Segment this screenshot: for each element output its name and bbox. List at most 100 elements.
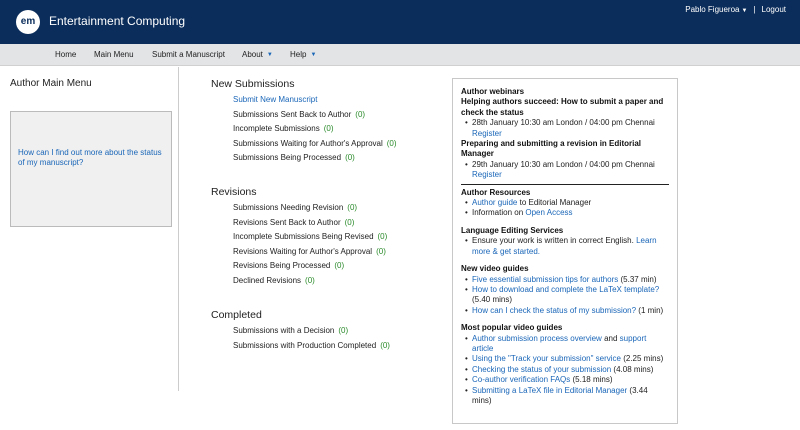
list-item: Author submission process overview and s… (465, 333, 669, 355)
author-guide-link[interactable]: Author guide (472, 198, 517, 207)
menu-item[interactable]: Submissions Being Processed (0) (233, 153, 397, 168)
item-count: (0) (376, 246, 386, 256)
item-count: (0) (345, 153, 355, 162)
duration: (5.37 min) (618, 274, 657, 284)
menu-item[interactable]: Revisions Being Processed (0) (233, 261, 387, 276)
webinar1-date: 28th January 10:30 am London / 04:00 pm … (465, 118, 669, 129)
revisions-list: Submissions Needing Revision (0) Revision… (233, 203, 387, 290)
list-item: Ensure your work is written in correct E… (465, 236, 669, 257)
item-count: (0) (380, 340, 390, 350)
menu-item[interactable]: Revisions Waiting for Author's Approval(… (233, 247, 387, 262)
item-count: (0) (344, 217, 355, 227)
menu-item-label: Revisions Sent Back to Author (233, 217, 341, 227)
item-count: (0) (305, 275, 315, 285)
item-count: (0) (347, 203, 358, 212)
menu-item[interactable]: Submissions Sent Back to Author (0) (233, 110, 397, 125)
language-editing-heading: Language Editing Services (461, 225, 564, 235)
video-guide-link[interactable]: Co-author verification FAQs (472, 375, 570, 384)
webinar2-register-link[interactable]: Register (472, 170, 502, 179)
item-count: (0) (334, 261, 345, 270)
logout-link[interactable]: Logout (762, 5, 786, 14)
menu-item[interactable]: Incomplete Submissions (0) (233, 124, 397, 139)
video-guide-link[interactable]: Five essential submission tips for autho… (472, 275, 618, 284)
webinar1-register-link[interactable]: Register (472, 129, 502, 138)
video-guide-link[interactable]: How can I check the status of my submiss… (472, 306, 636, 315)
open-access-link[interactable]: Open Access (525, 208, 572, 217)
journal-title[interactable]: Entertainment Computing (49, 14, 185, 28)
item-count: (0) (338, 326, 349, 335)
em-logo[interactable]: em (16, 10, 40, 34)
webinar2-details: 29th January 10:30 am London / 04:00 pm … (461, 160, 669, 171)
list-item: Submitting a LaTeX file in Editorial Man… (465, 386, 669, 407)
user-name: Pablo Figueroa (685, 5, 740, 14)
author-main-menu-heading: Author Main Menu (10, 78, 92, 89)
new-submissions-heading: New Submissions (211, 78, 295, 90)
list-item: Author guide to Editorial Manager (465, 198, 669, 209)
menu-item-label: Declined Revisions (233, 275, 302, 285)
nav-home[interactable]: Home (55, 50, 76, 59)
video-guide-link[interactable]: Using the "Track your submission" servic… (472, 354, 621, 363)
menu-item[interactable]: Submissions with a Decision (0) (233, 326, 390, 341)
menu-item[interactable]: Submissions with Production Completed (0) (233, 341, 390, 356)
duration: (2.25 mins) (621, 354, 664, 364)
webinar1-title: Helping authors succeed: How to submit a… (461, 97, 664, 117)
list-item: How can I check the status of my submiss… (465, 305, 669, 317)
list-item-text: to Editorial Manager (517, 198, 592, 208)
list-item: Co-author verification FAQs (5.18 mins) (465, 375, 669, 386)
list-item: Five essential submission tips for autho… (465, 274, 669, 286)
item-count: (0) (377, 232, 388, 241)
menu-item[interactable]: Submissions Waiting for Author's Approva… (233, 139, 397, 154)
top-header: em Entertainment Computing Pablo Figuero… (0, 0, 800, 44)
menu-item[interactable]: Revisions Sent Back to Author (0) (233, 218, 387, 233)
webinar1-details: 28th January 10:30 am London / 04:00 pm … (461, 118, 669, 129)
menu-item[interactable]: Submissions Needing Revision (0) (233, 203, 387, 218)
video-guide-link[interactable]: Checking the status of your submission (472, 365, 611, 374)
chevron-down-icon: ▼ (266, 51, 273, 58)
video-guide-link[interactable]: Author submission process overview (472, 334, 602, 343)
status-help-link[interactable]: How can I find out more about the status… (18, 148, 170, 168)
nav-about[interactable]: About ▼ (242, 50, 273, 59)
divider (461, 183, 669, 185)
popular-video-guides-heading: Most popular video guides (461, 323, 563, 333)
completed-heading: Completed (211, 309, 262, 321)
list-item: Using the "Track your submission" servic… (465, 354, 669, 365)
nav-help[interactable]: Help ▼ (290, 50, 316, 59)
new-video-guides-list: Five essential submission tips for autho… (461, 275, 669, 317)
duration: (5.40 mins) (472, 295, 513, 305)
menu-item-label: Submissions with a Decision (233, 326, 335, 335)
video-guide-link[interactable]: How to download and complete the LaTeX t… (472, 285, 659, 294)
new-submissions-list: Submit New Manuscript Submissions Sent B… (233, 95, 397, 168)
menu-item-label: Revisions Being Processed (233, 261, 331, 270)
popular-video-guides-list: Author submission process overview and s… (461, 334, 669, 407)
user-area: Pablo Figueroa ▼ | Logout (685, 5, 786, 14)
list-item-text: Information on (472, 208, 526, 218)
submit-new-manuscript-link[interactable]: Submit New Manuscript (233, 95, 317, 104)
duration: (5.18 mins) (570, 375, 613, 385)
nav-about-label: About (242, 50, 263, 59)
resources-panel: Author webinars Helping authors succeed:… (452, 78, 678, 424)
author-resources-list: Author guide to Editorial Manager Inform… (461, 198, 669, 219)
chevron-down-icon: ▼ (741, 8, 748, 14)
menu-item-submit-new[interactable]: Submit New Manuscript (233, 95, 397, 110)
webinar2-date: 29th January 10:30 am London / 04:00 pm … (465, 160, 669, 171)
help-box: How can I find out more about the status… (10, 111, 172, 227)
item-count: (0) (355, 109, 366, 119)
completed-list: Submissions with a Decision (0) Submissio… (233, 326, 390, 355)
separator: | (753, 5, 756, 14)
menu-item-label: Submissions Being Processed (233, 153, 342, 162)
list-item-text: and (601, 333, 620, 343)
menu-item-label: Submissions Waiting for Author's Approva… (233, 138, 383, 148)
duration: (1 min) (636, 305, 664, 315)
new-video-guides-heading: New video guides (461, 264, 529, 274)
menu-item-label: Incomplete Submissions (233, 124, 320, 133)
menu-item-label: Submissions Sent Back to Author (233, 109, 352, 119)
list-item: Information on Open Access (465, 208, 669, 219)
menu-item[interactable]: Declined Revisions (0) (233, 276, 387, 291)
nav-main-menu[interactable]: Main Menu (94, 50, 134, 59)
user-menu[interactable]: Pablo Figueroa ▼ (685, 5, 747, 14)
menu-item[interactable]: Incomplete Submissions Being Revised (0) (233, 232, 387, 247)
nav-submit-manuscript[interactable]: Submit a Manuscript (152, 50, 225, 59)
chevron-down-icon: ▼ (310, 51, 317, 58)
list-item: How to download and complete the LaTeX t… (465, 285, 669, 306)
video-guide-link[interactable]: Submitting a LaTeX file in Editorial Man… (472, 386, 627, 395)
